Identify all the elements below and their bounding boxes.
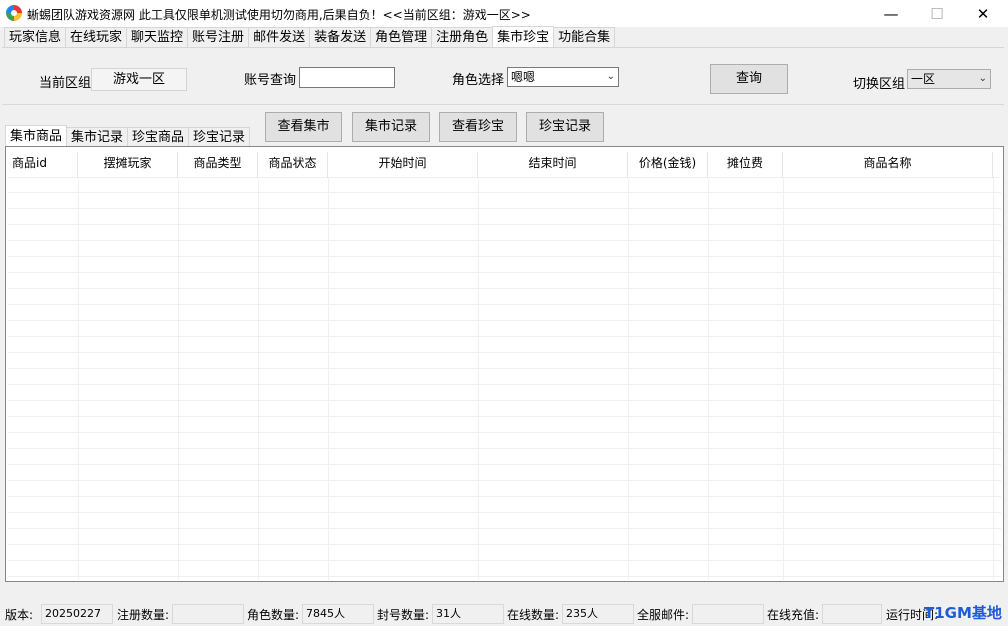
sub-tab-bar: 集市商品 集市记录 珍宝商品 珍宝记录 — [5, 125, 251, 146]
column-header-end-time[interactable]: 结束时间 — [478, 152, 628, 178]
column-header-item-name[interactable]: 商品名称 — [783, 152, 993, 178]
query-button[interactable]: 查询 — [710, 64, 788, 94]
role-select-dropdown[interactable]: 嗯嗯 ⌄ — [507, 67, 619, 87]
column-header-stall-player[interactable]: 摆摊玩家 — [78, 152, 178, 178]
tab-player-info[interactable]: 玩家信息 — [4, 27, 67, 48]
switch-zone-value: 一区 — [911, 72, 936, 86]
column-header-stall-fee[interactable]: 摊位费 — [708, 152, 783, 178]
online-recharge-value — [822, 604, 882, 624]
switch-zone-dropdown[interactable]: 一区 ⌄ — [907, 69, 991, 89]
server-mail-label: 全服邮件: — [637, 608, 690, 622]
column-header-item-status[interactable]: 商品状态 — [258, 152, 328, 178]
column-header-start-time[interactable]: 开始时间 — [328, 152, 478, 178]
subtab-market-records[interactable]: 集市记录 — [66, 127, 129, 146]
close-button[interactable]: ✕ — [960, 0, 1006, 27]
section-divider — [2, 104, 1004, 105]
role-count-value: 7845人 — [302, 604, 374, 624]
online-count-value: 235人 — [562, 604, 634, 624]
column-header-item-id[interactable]: 商品id — [8, 152, 78, 178]
app-window: 蜥蜴团队游戏资源网 此工具仅限单机测试使用切勿商用,后果自负！<<当前区组：游戏… — [0, 0, 1008, 626]
column-header-item-type[interactable]: 商品类型 — [178, 152, 258, 178]
server-mail-value — [692, 604, 764, 624]
account-query-label: 账号查询 — [244, 73, 297, 88]
tab-register-role[interactable]: 注册角色 — [431, 27, 494, 48]
chevron-down-icon: ⌄ — [606, 71, 615, 82]
status-bar: 版本: 20250227 注册数量: 角色数量: 7845人 封号数量: 31人… — [0, 602, 1008, 626]
view-market-button[interactable]: 查看集市 — [265, 112, 342, 142]
tab-online-players[interactable]: 在线玩家 — [65, 27, 128, 48]
role-select-label: 角色选择 — [452, 73, 505, 88]
subtab-market-items[interactable]: 集市商品 — [5, 125, 68, 146]
tab-divider — [2, 47, 1004, 48]
tab-mail-send[interactable]: 邮件发送 — [248, 27, 311, 48]
treasure-records-button[interactable]: 珍宝记录 — [526, 112, 604, 142]
watermark-text: T1GM基地 — [924, 604, 1002, 622]
tab-equipment-send[interactable]: 装备发送 — [309, 27, 372, 48]
table-body[interactable]: 商品id 摆摊玩家 商品类型 商品状态 开始时间 结束时间 价格(金钱) 摊位费… — [8, 152, 1001, 580]
minimize-button[interactable]: — — [868, 0, 914, 27]
online-recharge-label: 在线充值: — [767, 608, 820, 622]
tab-role-management[interactable]: 角色管理 — [370, 27, 433, 48]
register-count-label: 注册数量: — [117, 608, 170, 622]
version-label: 版本: — [5, 608, 34, 622]
tab-market-treasure[interactable]: 集市珍宝 — [492, 26, 555, 48]
register-count-value — [172, 604, 244, 624]
switch-zone-label: 切换区组 — [853, 77, 906, 92]
version-value: 20250227 — [41, 604, 113, 624]
column-header-price[interactable]: 价格(金钱) — [628, 152, 708, 178]
tab-account-register[interactable]: 账号注册 — [187, 27, 250, 48]
banned-count-label: 封号数量: — [377, 608, 430, 622]
chevron-down-icon: ⌄ — [978, 73, 987, 84]
subtab-treasure-records[interactable]: 珍宝记录 — [188, 127, 251, 146]
account-query-input[interactable] — [299, 67, 395, 88]
current-zone-display: 游戏一区 — [91, 68, 187, 91]
market-records-button[interactable]: 集市记录 — [352, 112, 430, 142]
main-tab-bar: 玩家信息 在线玩家 聊天监控 账号注册 邮件发送 装备发送 角色管理 注册角色 … — [4, 26, 616, 48]
tab-chat-monitor[interactable]: 聊天监控 — [126, 27, 189, 48]
app-logo-icon — [6, 5, 22, 21]
banned-count-value: 31人 — [432, 604, 504, 624]
online-count-label: 在线数量: — [507, 608, 560, 622]
window-title: 蜥蜴团队游戏资源网 此工具仅限单机测试使用切勿商用,后果自负！<<当前区组：游戏… — [27, 8, 531, 22]
role-select-value: 嗯嗯 — [511, 70, 536, 84]
tab-function-collection[interactable]: 功能合集 — [553, 27, 616, 48]
maximize-button[interactable]: ☐ — [914, 0, 960, 27]
view-treasure-button[interactable]: 查看珍宝 — [439, 112, 517, 142]
title-bar[interactable]: 蜥蜴团队游戏资源网 此工具仅限单机测试使用切勿商用,后果自负！<<当前区组：游戏… — [0, 0, 1008, 27]
market-items-table[interactable]: 商品id 摆摊玩家 商品类型 商品状态 开始时间 结束时间 价格(金钱) 摊位费… — [5, 146, 1004, 582]
role-count-label: 角色数量: — [247, 608, 300, 622]
subtab-treasure-items[interactable]: 珍宝商品 — [127, 127, 190, 146]
table-header: 商品id 摆摊玩家 商品类型 商品状态 开始时间 结束时间 价格(金钱) 摊位费… — [8, 152, 1001, 178]
current-zone-label: 当前区组 — [39, 76, 92, 91]
